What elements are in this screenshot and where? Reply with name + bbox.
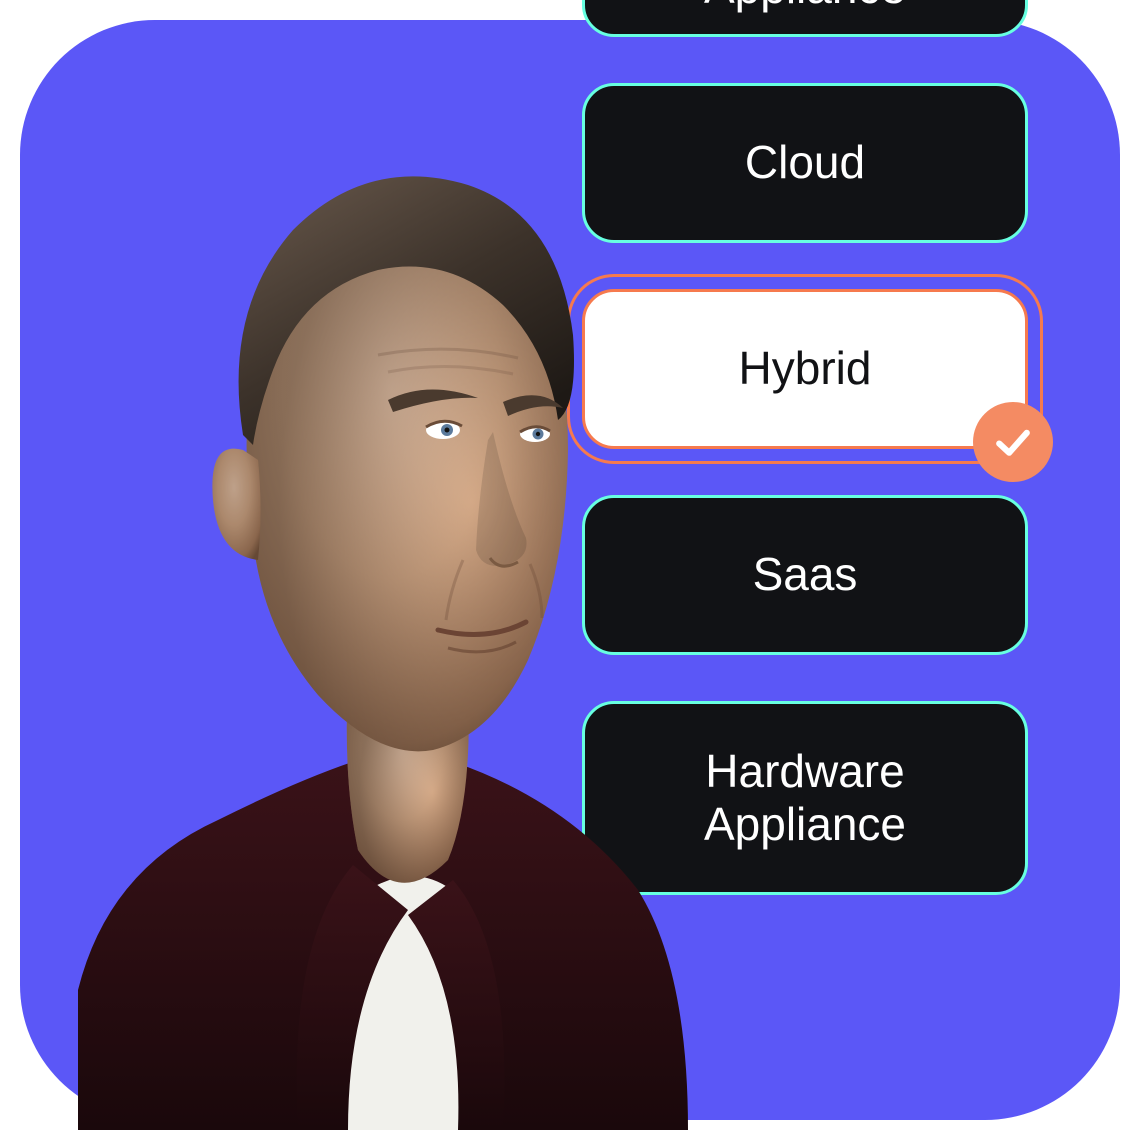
option-hybrid[interactable]: Hybrid [582,289,1028,449]
option-appliance[interactable]: Appliance [582,0,1028,37]
checkmark-icon [973,402,1053,482]
canvas: Appliance Cloud Hybrid Saas Hardware App… [0,0,1140,1140]
option-label: Hybrid [739,342,872,395]
option-label: Saas [753,548,858,601]
option-label: Appliance [704,0,906,14]
deployment-options-list: Appliance Cloud Hybrid Saas Hardware App… [582,0,1028,895]
option-cloud[interactable]: Cloud [582,83,1028,243]
option-saas[interactable]: Saas [582,495,1028,655]
option-hardware-appliance[interactable]: Hardware Appliance [582,701,1028,895]
option-label: Cloud [745,136,865,189]
option-label: Hardware Appliance [704,745,906,851]
